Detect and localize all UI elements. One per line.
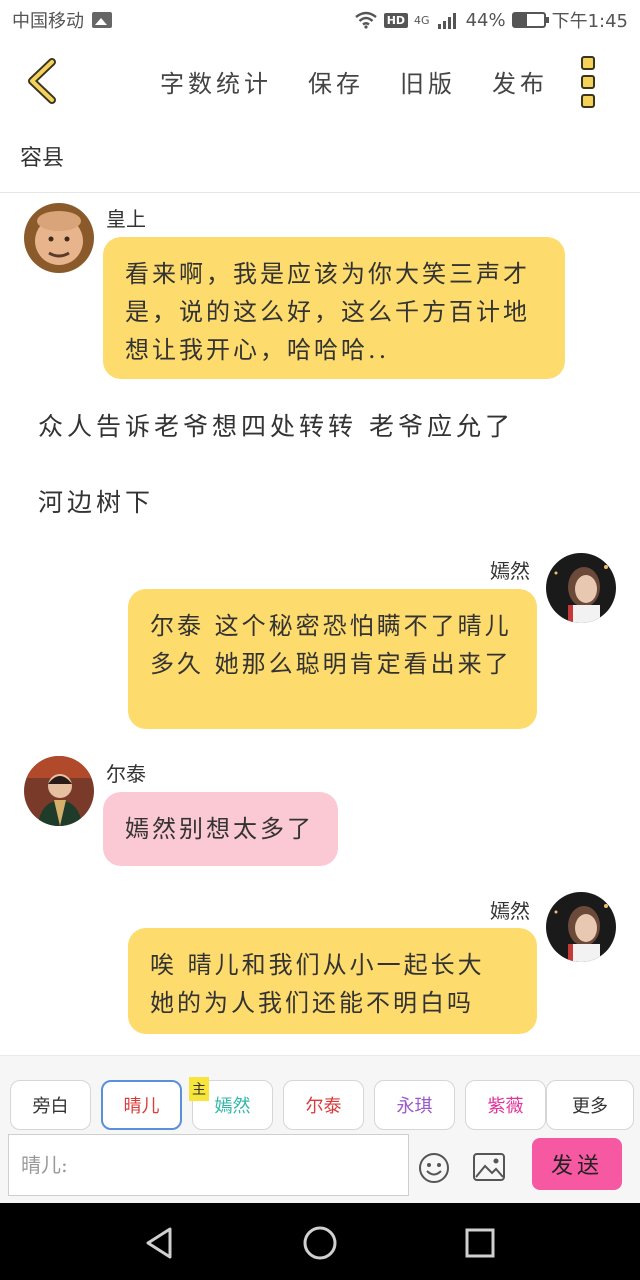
role-button-yanran[interactable]: 主嫣然: [189, 1077, 273, 1130]
word-count-button[interactable]: 字数统计: [160, 64, 272, 99]
image-icon[interactable]: [472, 1152, 506, 1182]
sender-name: 皇上: [106, 207, 146, 231]
system-nav-bar: [0, 1203, 640, 1280]
carrier-label: 中国移动: [12, 11, 84, 32]
role-button-qinger[interactable]: 晴儿: [101, 1080, 182, 1130]
role-button-more[interactable]: 更多: [546, 1080, 634, 1130]
gallery-notification-icon: [92, 12, 112, 28]
message-bubble[interactable]: 尔泰 这个秘密恐怕瞒不了晴儿多久 她那么聪明肯定看出来了: [128, 589, 537, 729]
hd-badge: HD: [383, 12, 409, 28]
header-actions: 字数统计 保存 旧版 发布: [160, 64, 548, 99]
chat-area: 皇上 看来啊，我是应该为你大笑三声才是，说的这么好，这么千方百计地想让我开心，哈…: [0, 193, 640, 1055]
publish-button[interactable]: 发布: [492, 64, 548, 99]
old-version-button[interactable]: 旧版: [400, 64, 456, 99]
sender-name: 嫣然: [490, 559, 530, 583]
role-button-ziwei[interactable]: 紫薇: [465, 1080, 546, 1130]
avatar-emperor[interactable]: [24, 203, 94, 273]
signal-icon: [437, 13, 456, 29]
nav-recents-icon[interactable]: [460, 1223, 500, 1263]
role-button-yongqi[interactable]: 永琪: [374, 1080, 455, 1130]
role-button-ertai[interactable]: 尔泰: [283, 1080, 364, 1130]
wifi-icon: [354, 11, 377, 29]
nav-home-icon[interactable]: [300, 1223, 340, 1263]
main-role-tag: 主: [189, 1077, 209, 1101]
battery-icon: [511, 12, 549, 28]
network-label: 4G: [414, 13, 430, 27]
role-button-narrator[interactable]: 旁白: [10, 1080, 91, 1130]
top-toolbar: 字数统计 保存 旧版 发布: [0, 40, 640, 124]
narration-text[interactable]: 河边树下: [38, 483, 154, 519]
role-selector: 旁白 晴儿 主嫣然 尔泰 永琪 紫薇 更多: [10, 1077, 634, 1130]
send-button[interactable]: 发送: [532, 1138, 622, 1190]
battery-percent: 44%: [465, 9, 506, 31]
message-bubble[interactable]: 唉 晴儿和我们从小一起长大 她的为人我们还能不明白吗: [128, 928, 537, 1034]
message-input[interactable]: [8, 1134, 409, 1196]
more-menu-icon[interactable]: [578, 56, 598, 108]
input-panel: 旁白 晴儿 主嫣然 尔泰 永琪 紫薇 更多 发送: [0, 1055, 640, 1203]
sender-name: 尔泰: [106, 762, 146, 786]
clock: 下午1:45: [551, 11, 628, 32]
message-bubble[interactable]: 嫣然别想太多了: [103, 792, 338, 866]
nav-back-icon[interactable]: [140, 1223, 180, 1263]
status-bar: 中国移动 HD 4G 44% 下午1:45: [0, 0, 640, 40]
avatar-ertai[interactable]: [24, 756, 94, 826]
avatar-yanran[interactable]: [546, 553, 616, 623]
emoji-icon[interactable]: [418, 1152, 450, 1184]
avatar-yanran[interactable]: [546, 892, 616, 962]
save-button[interactable]: 保存: [308, 64, 364, 99]
story-title[interactable]: 容县: [20, 140, 64, 172]
narration-text[interactable]: 众人告诉老爷想四处转转 老爷应允了: [38, 407, 514, 443]
sender-name: 嫣然: [490, 899, 530, 923]
message-bubble[interactable]: 看来啊，我是应该为你大笑三声才是，说的这么好，这么千方百计地想让我开心，哈哈哈.…: [103, 237, 565, 379]
back-icon[interactable]: [22, 56, 62, 106]
